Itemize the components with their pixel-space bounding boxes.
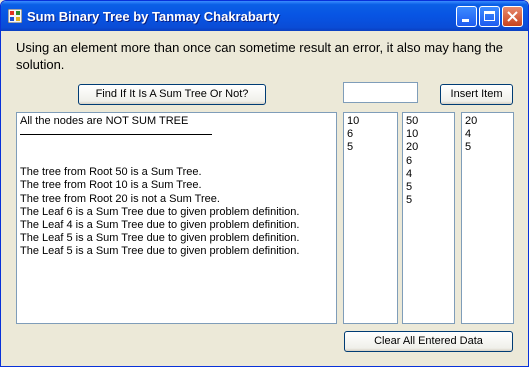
list-item[interactable]: 6 xyxy=(406,155,451,168)
result-heading: All the nodes are NOT SUM TREE xyxy=(20,115,189,127)
result-divider xyxy=(20,134,212,136)
result-line: The tree from Root 20 is not a Sum Tree. xyxy=(20,192,220,205)
find-sum-tree-button[interactable]: Find If It Is A Sum Tree Or Not? xyxy=(78,84,266,105)
app-icon[interactable] xyxy=(8,9,22,23)
list-item[interactable]: 4 xyxy=(406,168,451,181)
insert-item-button[interactable]: Insert Item xyxy=(440,84,513,105)
clear-data-button[interactable]: Clear All Entered Data xyxy=(344,331,513,352)
list-item[interactable]: 10 xyxy=(406,128,451,141)
result-line: The Leaf 5 is a Sum Tree due to given pr… xyxy=(20,245,300,258)
result-listbox[interactable]: All the nodes are NOT SUM TREE The tree … xyxy=(16,112,337,324)
list-second[interactable]: 50 10 20 6 4 5 5 xyxy=(402,112,455,324)
insert-item-button-label: Insert Item xyxy=(450,88,503,100)
app-window: Sum Binary Tree by Tanmay Chakrabarty Us… xyxy=(0,0,529,367)
maximize-icon xyxy=(484,11,495,21)
close-icon xyxy=(507,11,518,22)
list-item[interactable]: 5 xyxy=(465,141,510,154)
list-item[interactable]: 5 xyxy=(406,194,451,207)
client-area: Using an element more than once can some… xyxy=(4,31,525,363)
list-item[interactable]: 20 xyxy=(406,141,451,154)
find-sum-tree-button-label: Find If It Is A Sum Tree Or Not? xyxy=(95,88,249,100)
minimize-button[interactable] xyxy=(456,6,477,27)
list-first[interactable]: 10 6 5 xyxy=(343,112,398,324)
title-bar[interactable]: Sum Binary Tree by Tanmay Chakrabarty xyxy=(1,1,528,31)
maximize-button[interactable] xyxy=(479,6,500,27)
result-line: The tree from Root 50 is a Sum Tree. xyxy=(20,166,202,179)
minimize-icon xyxy=(462,19,469,22)
list-item[interactable]: 10 xyxy=(347,115,394,128)
list-item[interactable]: 5 xyxy=(347,141,394,154)
list-item[interactable]: 5 xyxy=(406,181,451,194)
list-item[interactable]: 6 xyxy=(347,128,394,141)
list-item[interactable]: 50 xyxy=(406,115,451,128)
result-line: The Leaf 4 is a Sum Tree due to given pr… xyxy=(20,219,300,232)
list-item[interactable]: 20 xyxy=(465,115,510,128)
clear-data-button-label: Clear All Entered Data xyxy=(374,335,483,347)
result-line: The Leaf 6 is a Sum Tree due to given pr… xyxy=(20,205,300,218)
item-input[interactable] xyxy=(343,82,418,103)
list-item[interactable]: 4 xyxy=(465,128,510,141)
result-line: The Leaf 5 is a Sum Tree due to given pr… xyxy=(20,232,300,245)
info-label: Using an element more than once can some… xyxy=(16,40,504,72)
close-button[interactable] xyxy=(502,6,523,27)
window-title: Sum Binary Tree by Tanmay Chakrabarty xyxy=(27,9,280,24)
result-line: The tree from Root 10 is a Sum Tree. xyxy=(20,179,202,192)
list-third[interactable]: 20 4 5 xyxy=(461,112,514,324)
